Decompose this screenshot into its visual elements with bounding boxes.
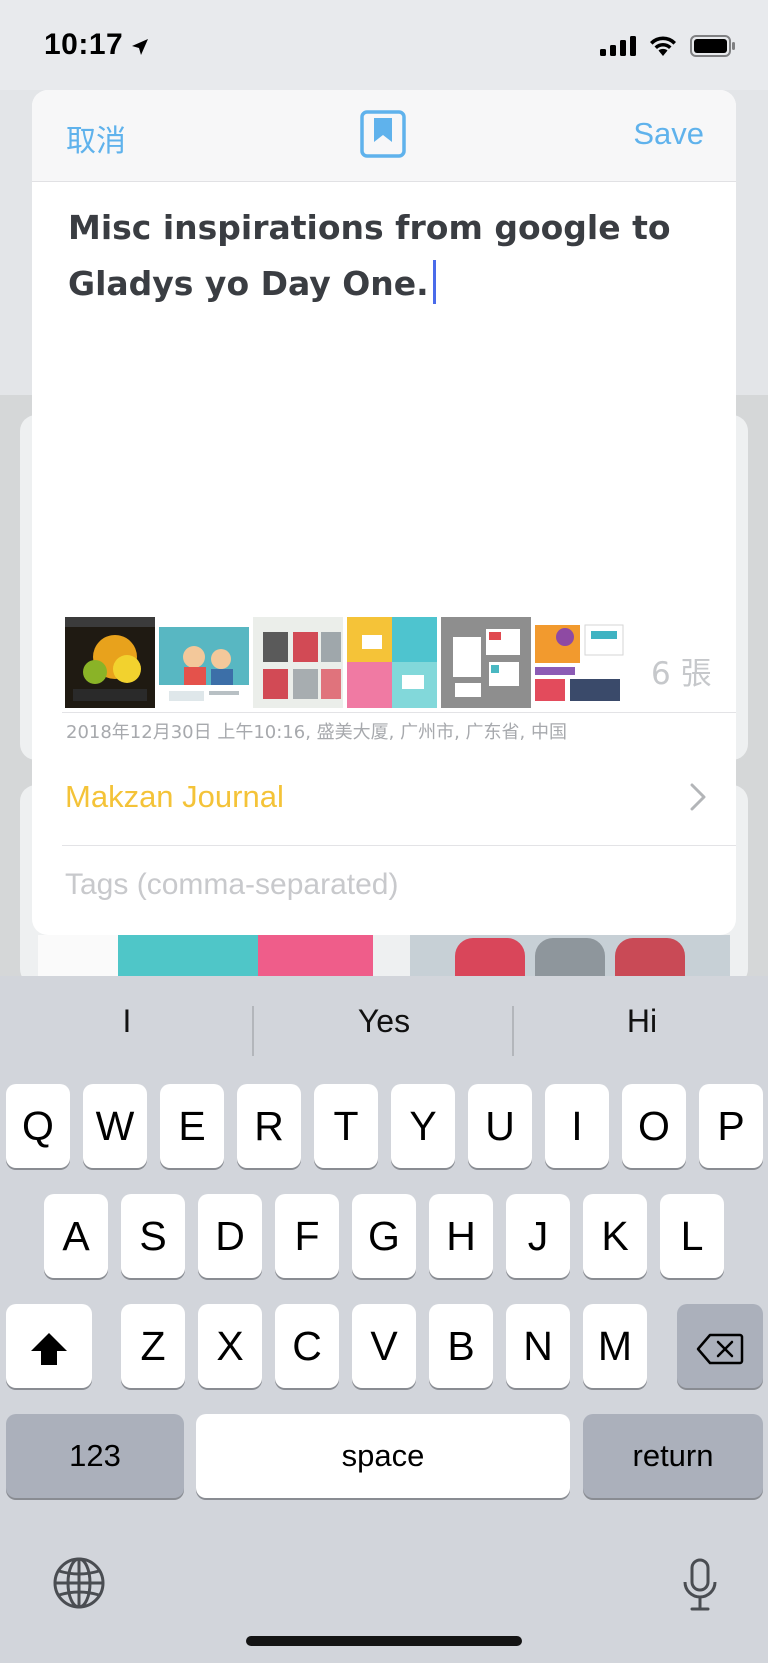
key-z[interactable]: Z — [121, 1304, 185, 1388]
photo-thumbnail[interactable] — [535, 617, 625, 708]
key-q[interactable]: Q — [6, 1084, 70, 1168]
key-s[interactable]: S — [121, 1194, 185, 1278]
divider — [62, 712, 736, 713]
cancel-button[interactable]: 取消 — [66, 116, 126, 160]
key-y[interactable]: Y — [391, 1084, 455, 1168]
cellular-signal-icon — [600, 36, 636, 56]
key-o[interactable]: O — [622, 1084, 686, 1168]
status-time: 10:17 — [44, 28, 124, 61]
chevron-right-icon — [690, 783, 706, 811]
space-key[interactable]: space — [196, 1414, 570, 1498]
key-d[interactable]: D — [198, 1194, 262, 1278]
photo-strip[interactable] — [65, 617, 736, 709]
key-v[interactable]: V — [352, 1304, 416, 1388]
divider — [252, 1006, 254, 1056]
keyboard: I Yes Hi Q W E R T Y U I O P A S D F G H… — [0, 976, 768, 1663]
battery-icon — [690, 35, 735, 57]
delete-key[interactable] — [677, 1304, 763, 1388]
suggestion-bar: I Yes Hi — [0, 976, 768, 1066]
key-f[interactable]: F — [275, 1194, 339, 1278]
globe-icon[interactable] — [52, 1556, 106, 1610]
photo-thumbnail[interactable] — [441, 617, 531, 708]
key-m[interactable]: M — [583, 1304, 647, 1388]
bookmark-button[interactable] — [360, 110, 406, 160]
key-w[interactable]: W — [83, 1084, 147, 1168]
key-p[interactable]: P — [699, 1084, 763, 1168]
key-x[interactable]: X — [198, 1304, 262, 1388]
key-j[interactable]: J — [506, 1194, 570, 1278]
entry-text-editor[interactable]: Misc inspirations from google to Gladys … — [68, 200, 688, 312]
journal-name: Makzan Journal — [65, 779, 284, 814]
key-a[interactable]: A — [44, 1194, 108, 1278]
compose-sheet: 取消 Save Misc inspirations from google to… — [32, 90, 736, 935]
entry-date-location[interactable]: 2018年12月30日 上午10:16, 盛美大厦, 广州市, 广东省, 中国 — [66, 718, 567, 744]
sheet-header: 取消 Save — [32, 90, 736, 182]
suggestion-item[interactable]: I — [2, 976, 252, 1066]
key-k[interactable]: K — [583, 1194, 647, 1278]
photo-count[interactable]: 6 張 — [651, 648, 712, 693]
text-caret — [432, 260, 436, 304]
key-l[interactable]: L — [660, 1194, 724, 1278]
key-r[interactable]: R — [237, 1084, 301, 1168]
entry-text-line: Gladys yo Day One. — [68, 264, 429, 303]
key-i[interactable]: I — [545, 1084, 609, 1168]
wifi-icon — [650, 36, 676, 56]
bookmark-icon — [360, 110, 406, 158]
backspace-icon — [696, 1333, 744, 1365]
shift-key[interactable] — [6, 1304, 92, 1388]
screen: 10:17 取消 Save Misc inspirations from goo… — [0, 0, 768, 1663]
key-n[interactable]: N — [506, 1304, 570, 1388]
home-indicator[interactable] — [246, 1636, 522, 1646]
microphone-icon[interactable] — [682, 1558, 718, 1612]
key-h[interactable]: H — [429, 1194, 493, 1278]
divider — [62, 845, 736, 846]
photo-thumbnail[interactable] — [253, 617, 343, 708]
photo-thumbnail[interactable] — [347, 617, 437, 708]
divider — [512, 1006, 514, 1056]
tags-input[interactable] — [65, 860, 705, 910]
return-key[interactable]: return — [583, 1414, 763, 1498]
key-b[interactable]: B — [429, 1304, 493, 1388]
status-bar: 10:17 — [0, 0, 768, 90]
key-t[interactable]: T — [314, 1084, 378, 1168]
suggestion-item[interactable]: Yes — [259, 976, 509, 1066]
key-e[interactable]: E — [160, 1084, 224, 1168]
numbers-key[interactable]: 123 — [6, 1414, 184, 1498]
entry-text-line: Misc inspirations from google to — [68, 208, 671, 247]
save-button[interactable]: Save — [633, 116, 704, 152]
key-u[interactable]: U — [468, 1084, 532, 1168]
suggestion-item[interactable]: Hi — [517, 976, 767, 1066]
location-arrow-icon — [132, 39, 148, 55]
photo-thumbnail[interactable] — [159, 617, 249, 708]
key-c[interactable]: C — [275, 1304, 339, 1388]
journal-selector[interactable]: Makzan Journal — [32, 755, 736, 841]
photo-thumbnail[interactable] — [65, 617, 155, 708]
shift-icon — [31, 1333, 67, 1366]
key-g[interactable]: G — [352, 1194, 416, 1278]
